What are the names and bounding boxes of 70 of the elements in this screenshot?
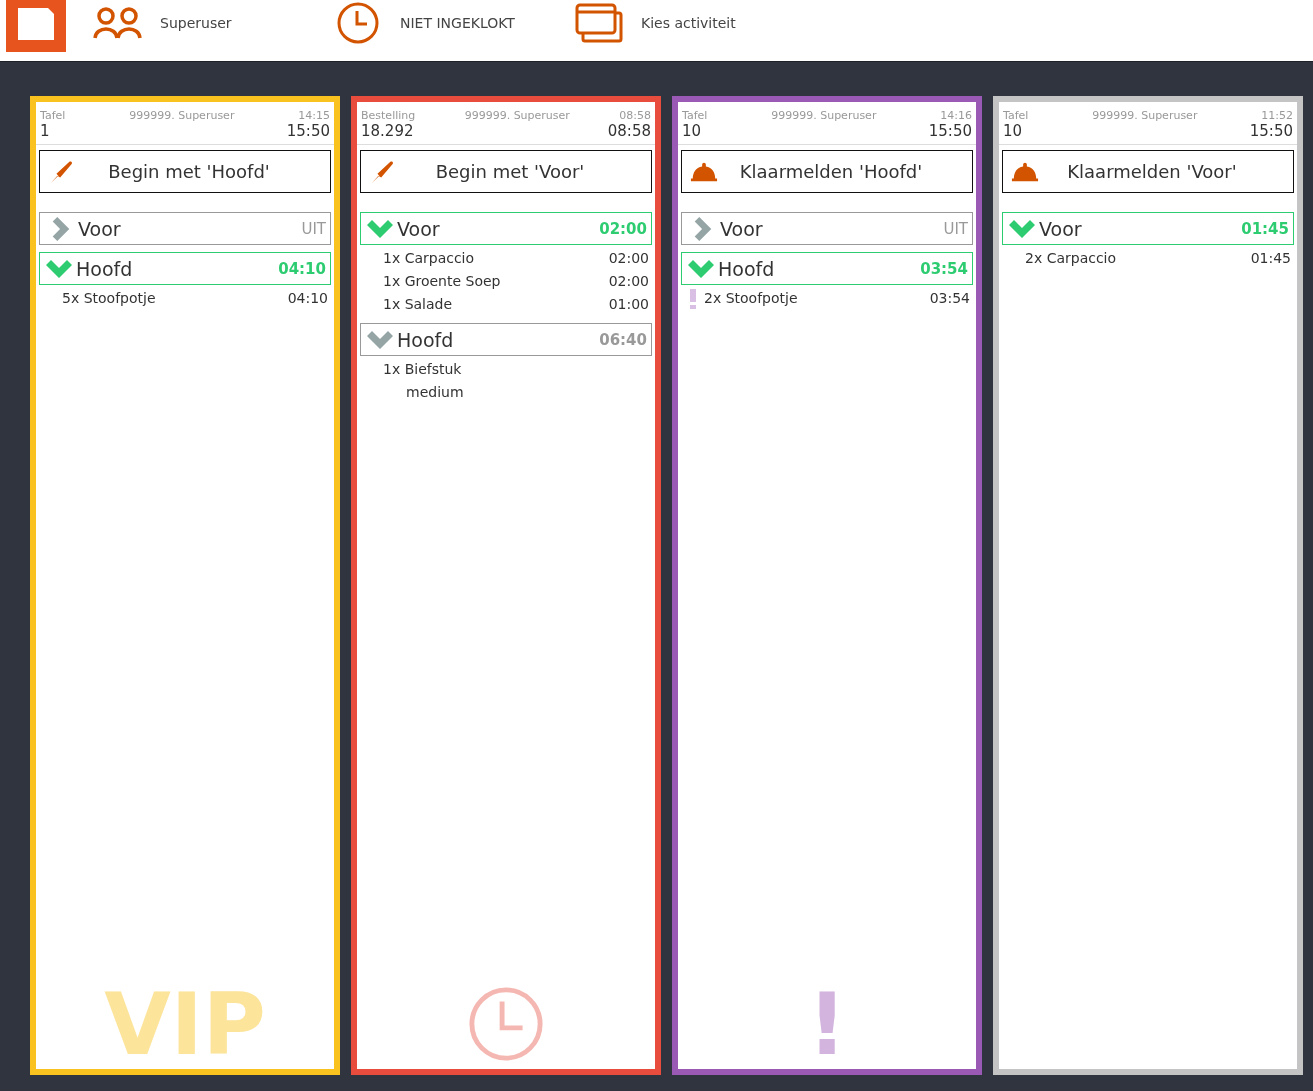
dish-name: 5x Stoofpotje: [62, 289, 157, 308]
chevron-right-icon: [52, 216, 70, 241]
course-header[interactable]: Hoofd 06:40: [360, 323, 652, 356]
order-type: Tafel: [682, 109, 708, 122]
due-time: 15:50: [1249, 122, 1293, 140]
course-timer: 04:10: [278, 259, 326, 278]
dish-time: 02:00: [608, 249, 649, 268]
watermark: !: [807, 979, 847, 1069]
dish-name: 1x Carpaccio: [383, 249, 476, 268]
dish-time: 02:00: [608, 272, 649, 291]
order-time: 14:16: [940, 109, 972, 122]
order-type: Tafel: [1003, 109, 1029, 122]
dish-time: 03:54: [929, 289, 970, 308]
chevron-down-icon: [367, 330, 393, 349]
order-time: 14:15: [298, 109, 330, 122]
course-header[interactable]: Hoofd 04:10: [39, 252, 331, 285]
order-number: 10: [1003, 122, 1023, 140]
course-header[interactable]: Voor 01:45: [1002, 212, 1294, 245]
dish-name: 1x Groente Soep: [383, 272, 502, 291]
top-bar-label[interactable]: Superuser: [160, 15, 232, 31]
course-timer: 03:54: [920, 259, 968, 278]
course-timer: 01:45: [1241, 219, 1289, 238]
due-time: 08:58: [607, 122, 651, 140]
clock-watermark-icon: [467, 985, 545, 1063]
user-name: 999999. Superuser: [771, 109, 877, 122]
course-timer: 02:00: [599, 219, 647, 238]
chevron-right-icon: [694, 216, 712, 241]
action-button[interactable]: Begin met 'Hoofd': [39, 150, 331, 193]
user-name: 999999. Superuser: [464, 109, 570, 122]
action-button[interactable]: Begin met 'Voor': [360, 150, 652, 193]
chevron-down-icon: [46, 259, 72, 278]
order-time: 08:58: [619, 109, 651, 122]
action-button[interactable]: Klaarmelden 'Hoofd': [681, 150, 973, 193]
users-icon[interactable]: [93, 6, 143, 40]
course-header[interactable]: Voor 02:00: [360, 212, 652, 245]
watermark: VIP: [104, 979, 266, 1069]
order-type: Bestelling: [361, 109, 416, 122]
exclamation-icon: [689, 288, 696, 309]
course-timer: 06:40: [599, 330, 647, 349]
dish-time: 04:10: [287, 289, 328, 308]
chevron-down-icon: [367, 219, 393, 238]
dish-name: 1x Biefstuk: [383, 360, 463, 379]
user-name: 999999. Superuser: [129, 109, 235, 122]
dish-time: 01:45: [1250, 249, 1291, 268]
user-name: 999999. Superuser: [1092, 109, 1198, 122]
dish-name: 2x Stoofpotje: [704, 289, 799, 308]
order-number: 1: [40, 122, 50, 140]
due-time: 15:50: [928, 122, 972, 140]
order-number: 10: [682, 122, 702, 140]
top-bar-label[interactable]: NIET INGEKLOKT: [400, 15, 515, 31]
dish-time: 01:00: [608, 295, 649, 314]
logo-icon[interactable]: [6, 0, 66, 52]
action-button[interactable]: Klaarmelden 'Voor': [1002, 150, 1294, 193]
due-time: 15:50: [286, 122, 330, 140]
order-time: 11:52: [1261, 109, 1293, 122]
course-header[interactable]: Voor UIT: [39, 212, 331, 245]
order-number: 18.292: [361, 122, 414, 140]
order-type: Tafel: [40, 109, 66, 122]
course-header[interactable]: Hoofd 03:54: [681, 252, 973, 285]
dish-note: medium: [405, 383, 465, 402]
chevron-down-icon: [1009, 219, 1035, 238]
dish-name: 1x Salade: [383, 295, 454, 314]
course-status: UIT: [943, 219, 968, 238]
top-bar-label[interactable]: Kies activiteit: [641, 15, 736, 31]
clock-icon[interactable]: [337, 2, 379, 44]
course-header[interactable]: Voor UIT: [681, 212, 973, 245]
course-status: UIT: [301, 219, 326, 238]
chevron-down-icon: [688, 259, 714, 278]
windows-icon[interactable]: [575, 3, 623, 43]
dish-name: 2x Carpaccio: [1025, 249, 1118, 268]
